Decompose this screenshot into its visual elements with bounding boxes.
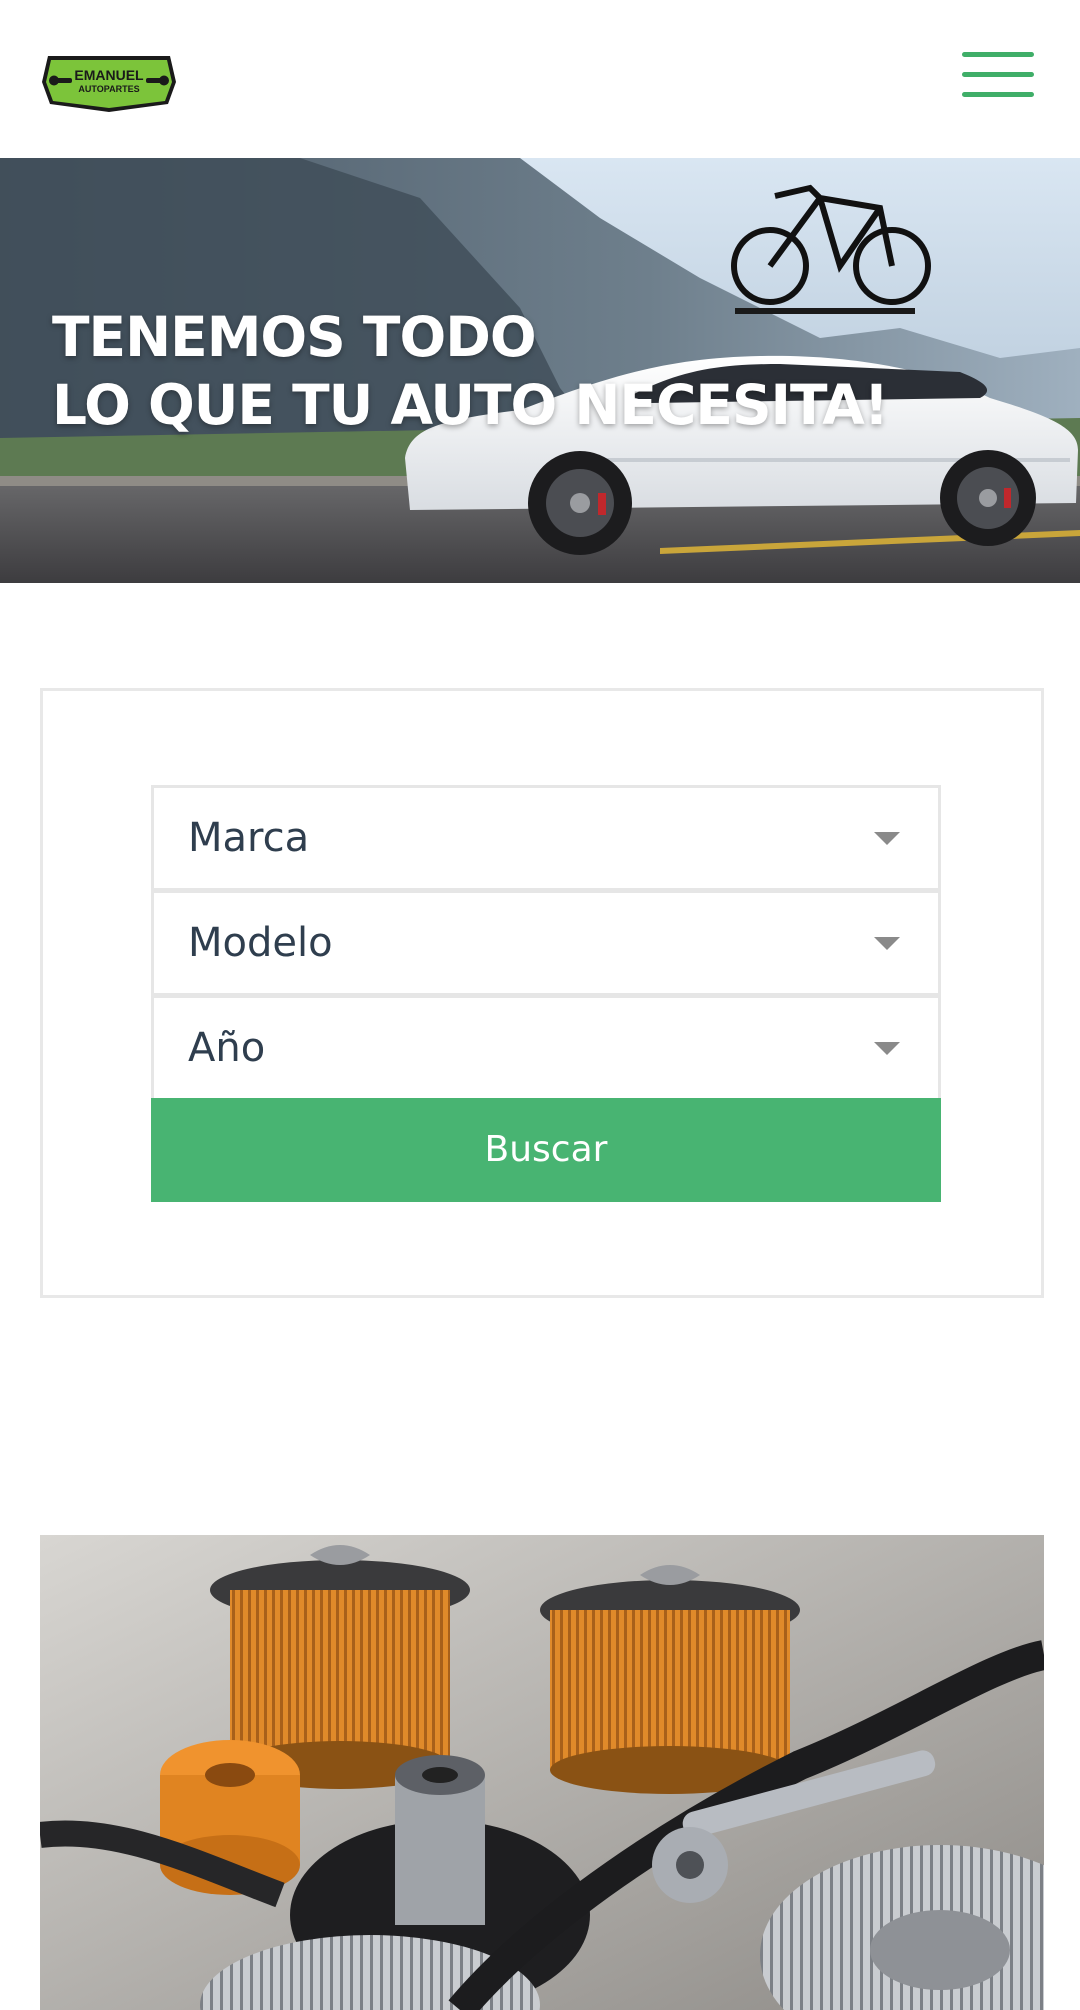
brand-select[interactable]: Marca [151,785,941,891]
auto-parts-image [40,1535,1044,2010]
parts-search-card: Marca Modelo Año Buscar [40,688,1044,1298]
brand-logo[interactable]: EMANUEL AUTOPARTES [40,50,178,114]
brand-select-label: Marca [188,815,310,861]
chevron-down-icon [874,937,900,950]
model-select[interactable]: Modelo [151,890,941,996]
chevron-down-icon [874,1042,900,1055]
model-select-label: Modelo [188,920,333,966]
hero-title-line1: TENEMOS TODO [52,305,537,369]
year-select-label: Año [188,1025,266,1071]
hero-banner: TENEMOS TODO LO QUE TU AUTO NECESITA! [0,158,1080,583]
logo-text-line1: EMANUEL [74,67,144,83]
year-select[interactable]: Año [151,995,941,1101]
logo-text-line2: AUTOPARTES [78,84,139,94]
hero-title: TENEMOS TODO LO QUE TU AUTO NECESITA! [52,303,952,439]
site-header: EMANUEL AUTOPARTES [0,0,1080,158]
hamburger-menu-icon[interactable] [962,50,1034,100]
search-button[interactable]: Buscar [151,1098,941,1202]
hero-title-line2: LO QUE TU AUTO NECESITA! [52,373,889,437]
parts-photo [40,1535,1044,2010]
chevron-down-icon [874,832,900,845]
